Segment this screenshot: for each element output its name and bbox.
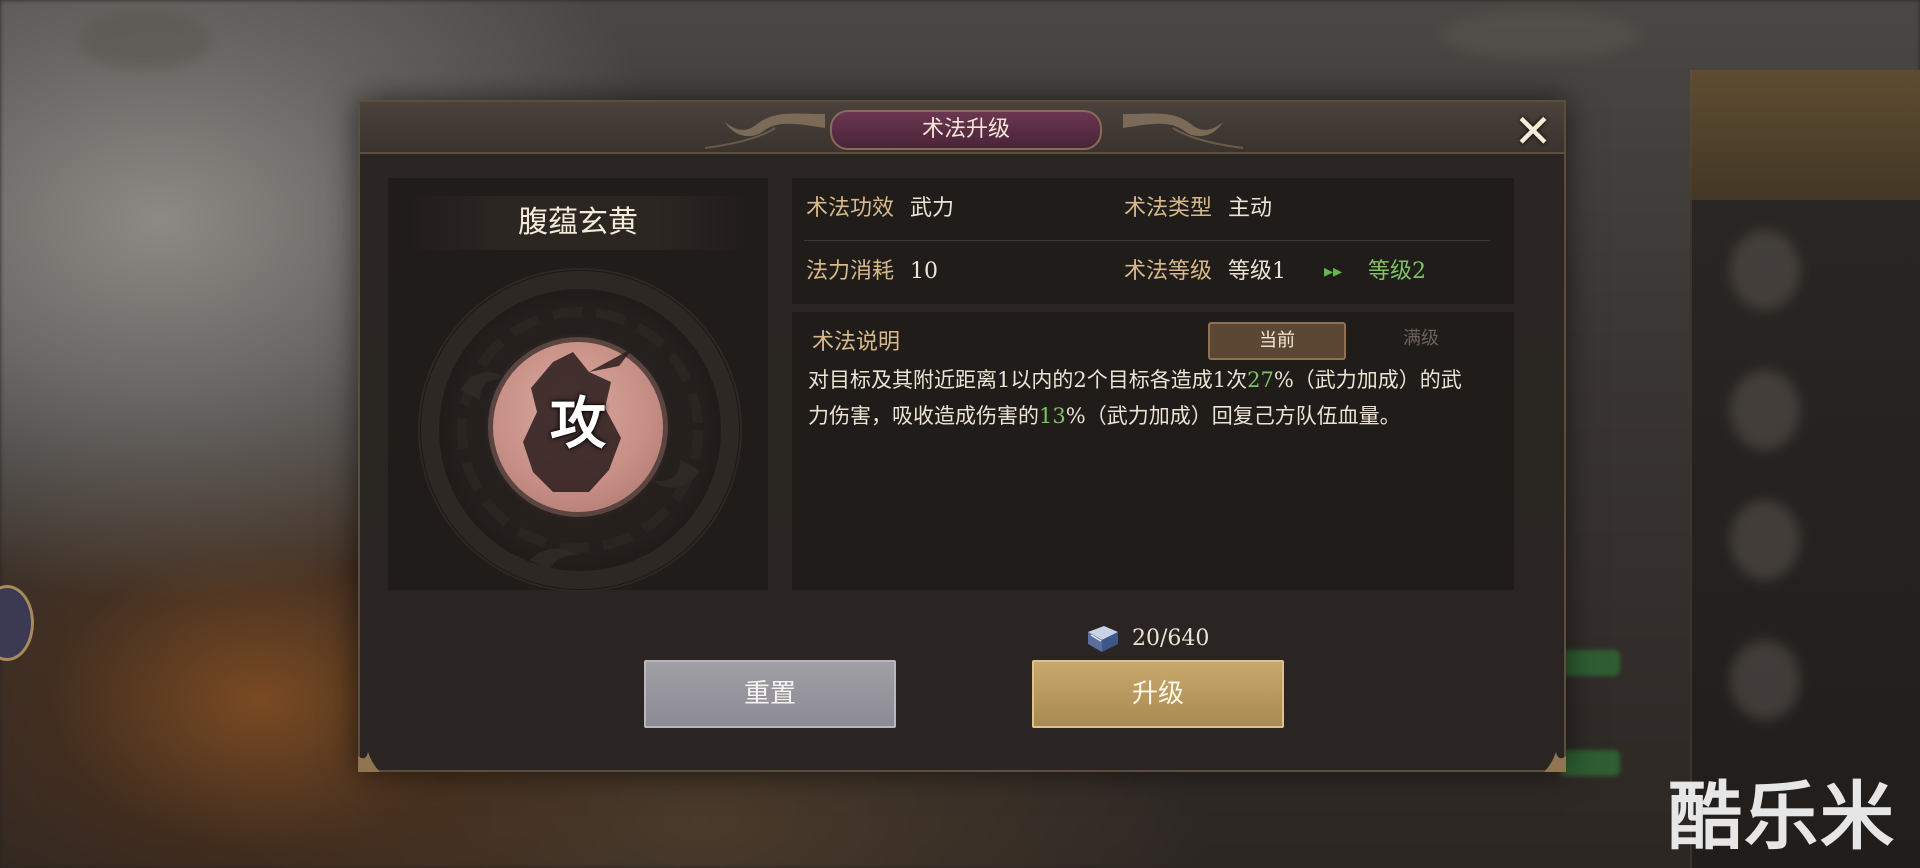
- background-green-tag: [1560, 750, 1620, 776]
- book-icon: [1088, 626, 1118, 652]
- description-title: 术法说明: [812, 330, 901, 355]
- skill-info-table: 术法功效 武力 术法类型 主动 法力消耗 10 术法等级 等级1 ▸▸ 等级2: [792, 178, 1514, 304]
- background-shape: [1730, 500, 1800, 580]
- corner-ornament-icon: [1544, 752, 1566, 772]
- background-shape: [1440, 10, 1640, 60]
- desc-text-part: 对目标及其附近距离1以内的2个目标各造成1次: [808, 368, 1248, 392]
- type-label: 术法类型: [1124, 196, 1213, 221]
- skill-name: 腹蕴玄黄: [388, 196, 768, 250]
- corner-ornament-icon: [358, 752, 380, 772]
- watermark-text: 酷乐米: [1668, 774, 1896, 860]
- level-label: 术法等级: [1124, 259, 1213, 284]
- background-shape: [1730, 230, 1800, 310]
- background-side-tab: [1690, 70, 1920, 200]
- info-row: 法力消耗 10 术法等级 等级1 ▸▸ 等级2: [792, 241, 1514, 303]
- effect-label: 术法功效: [806, 196, 895, 221]
- dialog-title: 术法升级: [830, 110, 1102, 150]
- skill-emblem: 攻: [488, 337, 668, 517]
- reset-button[interactable]: 重置: [644, 660, 896, 728]
- skill-description-panel: 术法说明 当前 满级 对目标及其附近距离1以内的2个目标各造成1次27%（武力加…: [792, 312, 1514, 590]
- effect-value: 武力: [910, 196, 955, 221]
- current-level: 等级1: [1228, 259, 1286, 284]
- background-shape: [80, 10, 210, 70]
- mana-cost-value: 10: [910, 259, 938, 284]
- info-row: 术法功效 武力 术法类型 主动: [792, 178, 1514, 240]
- damage-percent: 27: [1247, 368, 1274, 392]
- description-text: 对目标及其附近距离1以内的2个目标各造成1次27%（武力加成）的武 力伤害，吸收…: [808, 362, 1498, 434]
- background-shape: [1730, 370, 1800, 450]
- background-shape: [1730, 640, 1800, 720]
- header-ornament-right: [1123, 113, 1243, 149]
- skill-upgrade-dialog: 术法升级 ✕ 腹蕴玄黄 攻 术法功效 武力 术法类型 主动 法力消耗 10 术法…: [358, 100, 1566, 772]
- next-level: 等级2: [1368, 259, 1426, 284]
- heal-percent: 13: [1039, 404, 1066, 428]
- cost-count: 20/640: [1132, 626, 1210, 651]
- desc-text-part: %（武力加成）的武: [1273, 368, 1462, 392]
- desc-text-part: 力伤害，吸收造成伤害的: [808, 404, 1039, 428]
- header-ornament-left: [705, 113, 825, 149]
- type-value: 主动: [1228, 196, 1273, 221]
- close-icon[interactable]: ✕: [1508, 106, 1558, 156]
- background-green-tag: [1560, 650, 1620, 676]
- dialog-header: 术法升级: [360, 102, 1564, 154]
- desc-text-part: %（武力加成）回复己方队伍血量。: [1065, 404, 1401, 428]
- arrow-right-icon: ▸▸: [1324, 261, 1343, 282]
- mana-cost-label: 法力消耗: [806, 259, 895, 284]
- upgrade-button[interactable]: 升级: [1032, 660, 1284, 728]
- emblem-char: 攻: [550, 391, 606, 457]
- tab-current[interactable]: 当前: [1208, 322, 1346, 360]
- skill-emblem-panel: 腹蕴玄黄 攻: [388, 178, 768, 592]
- tab-max-level[interactable]: 满级: [1354, 322, 1488, 356]
